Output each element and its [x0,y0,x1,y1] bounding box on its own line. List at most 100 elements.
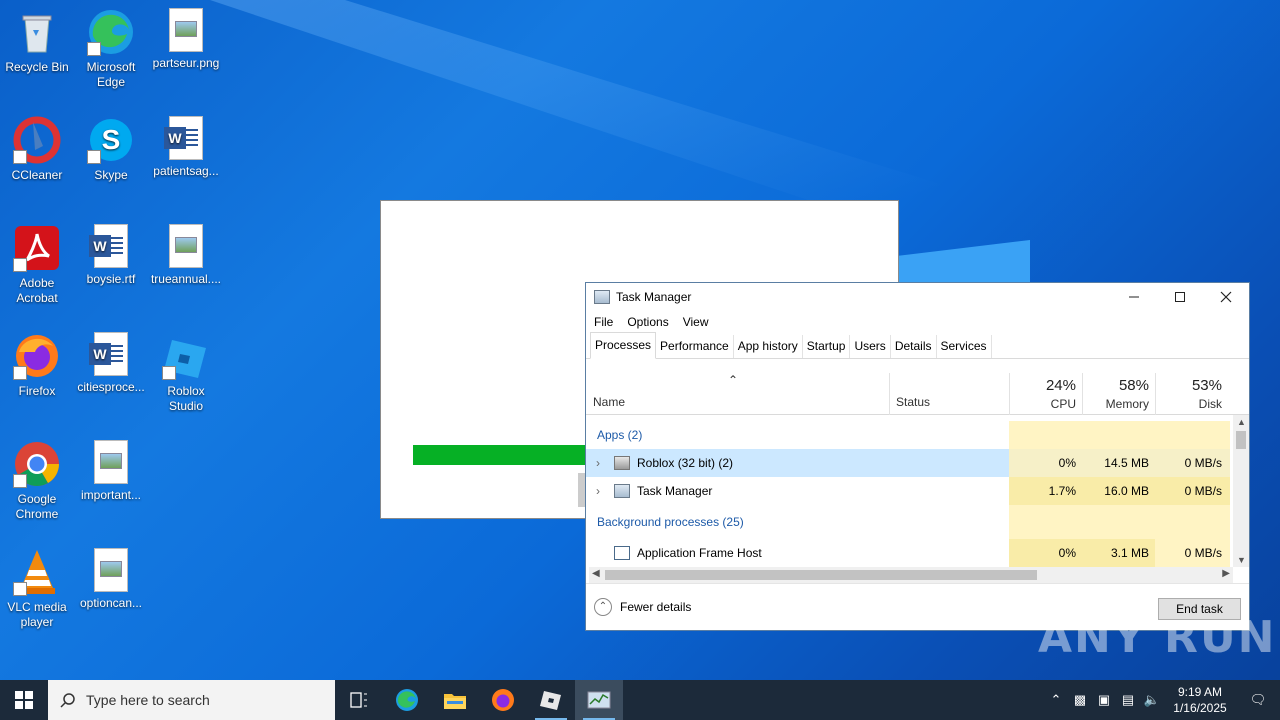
desktop-icon-roblox-studio[interactable]: Roblox Studio [149,332,223,414]
taskbar-edge[interactable] [383,680,431,720]
clock[interactable]: 9:19 AM 1/16/2025 [1164,684,1236,716]
maximize-button[interactable] [1157,283,1203,311]
scroll-thumb[interactable] [1236,431,1246,449]
image-file-icon [94,440,128,484]
anyrun-watermark: ANY RUN [1038,612,1277,663]
maximize-icon [1175,292,1185,302]
tab-services[interactable]: Services [937,335,992,358]
skype-icon: S [87,116,135,164]
desktop-icon-recycle-bin[interactable]: Recycle Bin [0,8,74,75]
table-row[interactable]: › Task Manager 1.7% 16.0 MB 0 MB/s [586,477,1230,505]
process-disk: 0 MB/s [1155,449,1230,477]
sort-up-icon: ⌃ [728,373,739,387]
column-memory[interactable]: 58% Memory [1082,373,1155,415]
image-file-icon [169,8,203,52]
taskbar-firefox[interactable] [479,680,527,720]
scroll-right-icon[interactable]: ▶ [1222,568,1230,579]
desktop-icon-skype[interactable]: S Skype [74,116,148,183]
desktop-icon-label: Google Chrome [15,492,59,521]
cpu-label: CPU [1050,397,1076,411]
taskbar-roblox[interactable] [527,680,575,720]
chrome-icon [13,440,61,488]
disk-percent: 53% [1191,377,1222,394]
notification-icon[interactable]: 🗨 [1236,692,1280,708]
desktop-icon-label: Skype [94,168,128,182]
horizontal-scrollbar[interactable]: ◀ ▶ [589,567,1233,583]
desktop-icon-trueannual[interactable]: trueannual.... [149,224,223,287]
menu-options[interactable]: Options [627,315,668,329]
desktop-icon-citiesproce[interactable]: W citiesproce... [74,332,148,395]
desktop-icon-label: boysie.rtf [86,272,136,286]
desktop-icon-partseur[interactable]: partseur.png [149,8,223,71]
taskbar-task-manager[interactable] [575,680,623,720]
desktop-icon-optioncan[interactable]: optioncan... [74,548,148,611]
window-title: Task Manager [616,290,692,304]
table-row[interactable]: Application Frame Host 0% 3.1 MB 0 MB/s [586,539,1230,567]
desktop-icon-important[interactable]: important... [74,440,148,503]
windows-logo-icon [15,691,33,709]
scroll-thumb[interactable] [605,570,1037,580]
menu-file[interactable]: File [594,315,613,329]
column-name[interactable]: Name [593,395,625,409]
tab-details[interactable]: Details [891,335,937,358]
desktop-icon-label: Roblox Studio [167,384,205,413]
tab-performance[interactable]: Performance [656,335,734,358]
firefox-icon [13,332,61,380]
vertical-scrollbar[interactable]: ▲ ▼ [1233,415,1249,567]
tablet-icon[interactable]: ▩ [1068,692,1092,708]
svg-text:S: S [102,124,121,155]
close-button[interactable] [1203,283,1249,311]
expand-chevron-icon[interactable]: › [596,477,600,505]
desktop-icon-label: Recycle Bin [5,60,69,74]
title-bar[interactable]: Task Manager [586,283,1249,311]
volume-icon[interactable]: 🔈 [1140,692,1164,708]
taskbar-search-box[interactable]: Type here to search [48,680,335,720]
desktop-icon-label: patientsag... [153,164,219,178]
minimize-button[interactable] [1111,283,1157,311]
task-view-button[interactable] [335,680,383,720]
tab-app-history[interactable]: App history [734,335,803,358]
column-cpu[interactable]: 24% CPU [1009,373,1082,415]
show-hidden-icons-chevron-icon[interactable]: ⌃ [1044,692,1068,708]
fewer-details-link[interactable]: ⌃ Fewer details [594,598,691,616]
desktop-icon-acrobat[interactable]: Adobe Acrobat [0,224,74,306]
scroll-up-icon[interactable]: ▲ [1237,417,1246,427]
group-header-background[interactable]: Background processes (25) [586,505,1230,539]
desktop-icon-label: partseur.png [152,56,220,70]
scroll-down-icon[interactable]: ▼ [1237,555,1246,565]
desktop-icon-chrome[interactable]: Google Chrome [0,440,74,522]
chevron-up-icon: ⌃ [594,598,612,616]
desktop-icon-label: VLC media player [7,600,67,629]
desktop-icon-edge[interactable]: Microsoft Edge [74,8,148,90]
image-file-icon [94,548,128,592]
group-header-apps[interactable]: Apps (2) [586,421,1230,449]
meet-now-icon[interactable]: ▣ [1092,692,1116,708]
clock-time: 9:19 AM [1177,685,1223,699]
tab-processes[interactable]: Processes [590,332,657,359]
network-icon[interactable]: ▤ [1116,692,1140,708]
tab-users[interactable]: Users [850,335,891,358]
taskbar-file-explorer[interactable] [431,680,479,720]
table-row[interactable]: › Roblox (32 bit) (2) 0% 14.5 MB 0 MB/s [586,449,1230,477]
desktop-icon-patientsag[interactable]: W patientsag... [149,116,223,179]
metric-shade [1009,421,1230,449]
task-manager-icon [594,290,610,304]
desktop-icon-firefox[interactable]: Firefox [0,332,74,399]
menu-view[interactable]: View [683,315,709,329]
process-name: Task Manager [637,484,713,498]
desktop-icon-vlc[interactable]: VLC media player [0,548,74,630]
task-manager-window[interactable]: Task Manager File Options View Processes… [585,282,1250,631]
scroll-left-icon[interactable]: ◀ [592,568,600,579]
desktop-icon-ccleaner[interactable]: CCleaner [0,116,74,183]
column-disk[interactable]: 53% Disk [1155,373,1228,415]
tab-startup[interactable]: Startup [803,335,851,358]
image-file-icon [169,224,203,268]
desktop-icon-boysie[interactable]: W boysie.rtf [74,224,148,287]
search-icon [60,693,75,708]
firefox-icon [492,689,514,711]
column-status[interactable]: Status [889,373,1009,415]
ccleaner-icon [13,116,61,164]
start-button[interactable] [0,680,48,720]
expand-chevron-icon[interactable]: › [596,449,600,477]
close-icon [1220,291,1232,303]
